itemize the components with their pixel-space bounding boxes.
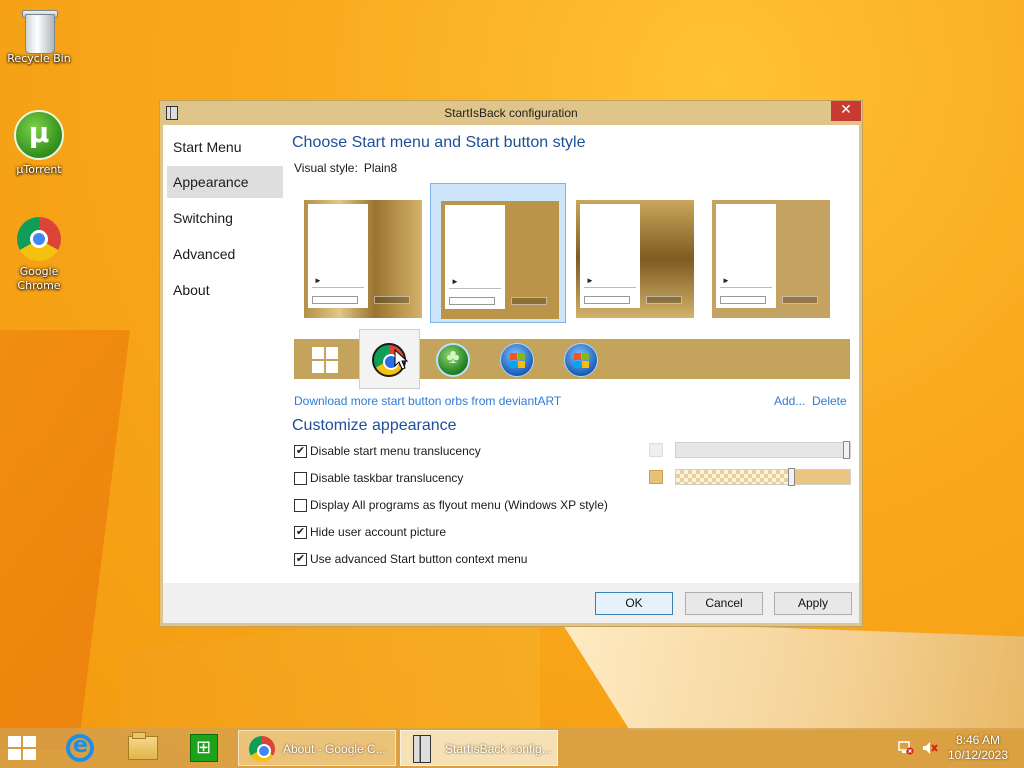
taskbar-task-startisback[interactable]: StartIsBack config... — [400, 730, 558, 766]
cancel-button[interactable]: Cancel — [685, 592, 763, 615]
volume-muted-icon[interactable] — [922, 741, 938, 755]
download-orbs-link[interactable]: Download more start button orbs from dev… — [294, 394, 561, 408]
customize-heading: Customize appearance — [292, 417, 457, 434]
style-tile-3[interactable]: ► — [566, 183, 702, 323]
style-tile-2[interactable]: ► — [430, 183, 566, 323]
chrome-icon — [249, 736, 275, 762]
taskbar-task-chrome[interactable]: About - Google C... — [238, 730, 396, 766]
desktop-icon-label: Google Chrome — [17, 265, 61, 292]
taskbar-store[interactable] — [180, 732, 224, 764]
wallpaper-ribbon — [560, 620, 1024, 730]
chrome-icon — [17, 217, 61, 261]
checkbox[interactable]: ✔ — [294, 526, 307, 539]
taskbar: About - Google C... StartIsBack config..… — [0, 728, 1024, 768]
desktop-icon-recycle-bin[interactable]: Recycle Bin — [1, 8, 77, 65]
start-button[interactable] — [8, 736, 38, 760]
taskbar-internet-explorer[interactable] — [58, 732, 102, 764]
nav-item-advanced[interactable]: Advanced — [167, 238, 283, 270]
nav-item-about[interactable]: About — [167, 274, 283, 306]
internet-explorer-icon — [66, 733, 94, 762]
close-button[interactable]: ✕ — [831, 101, 861, 121]
style-tile-1[interactable]: ► — [294, 183, 430, 323]
network-warning-icon[interactable] — [898, 741, 914, 755]
option-label: Hide user account picture — [310, 525, 447, 539]
visual-style-label: Visual style: — [294, 161, 358, 175]
taskbar-file-explorer[interactable] — [120, 732, 164, 764]
task-label: StartIsBack config... — [445, 742, 552, 756]
desktop-icon-utorrent[interactable]: µ µTorrent — [1, 110, 77, 176]
option-label: Display All programs as flyout menu (Win… — [310, 498, 608, 512]
taskbar-clock[interactable]: 8:46 AM 10/12/2023 — [938, 733, 1018, 763]
clock-date: 10/12/2023 — [947, 748, 1009, 762]
windows7-orb-icon[interactable] — [500, 343, 534, 377]
clover-orb-icon[interactable] — [436, 343, 470, 377]
taskbar-color-swatch[interactable] — [649, 470, 663, 484]
option-label: Disable taskbar translucency — [310, 471, 464, 485]
startisback-icon — [413, 735, 431, 763]
nav-item-start-menu[interactable]: Start Menu — [167, 131, 283, 163]
mouse-cursor-icon — [394, 349, 409, 370]
visual-style-value: Plain8 — [363, 161, 398, 175]
file-explorer-icon — [128, 732, 158, 760]
window-title: StartIsBack configuration — [444, 106, 578, 120]
checkbox[interactable] — [294, 499, 307, 512]
style-preview: ► — [712, 200, 830, 318]
slider-thumb[interactable] — [788, 468, 795, 486]
style-preview: ► — [576, 200, 694, 318]
dialog-client: Start Menu Appearance Switching Advanced… — [163, 125, 859, 583]
checkbox[interactable]: ✔ — [294, 445, 307, 458]
recycle-bin-icon — [21, 8, 58, 54]
taskbar-translucency-slider[interactable] — [675, 468, 851, 486]
ok-button[interactable]: OK — [595, 592, 673, 615]
dialog-footer: OK Cancel Apply — [163, 583, 859, 623]
orb-strip — [294, 329, 850, 389]
checkbox[interactable] — [294, 472, 307, 485]
start-menu-color-swatch[interactable] — [649, 443, 663, 457]
windows8-orb-icon[interactable] — [308, 343, 342, 377]
option-label: Use advanced Start button context menu — [310, 552, 528, 566]
clock-time: 8:46 AM — [955, 733, 1001, 747]
option-label: Disable start menu translucency — [310, 444, 481, 458]
checkbox[interactable]: ✔ — [294, 553, 307, 566]
sidebar-nav: Start Menu Appearance Switching Advanced… — [163, 125, 287, 583]
desktop-icon-label: µTorrent — [16, 163, 62, 176]
apply-button[interactable]: Apply — [774, 592, 852, 615]
visual-style-readout: Visual style: Plain8 — [294, 161, 397, 175]
style-preview: ► — [441, 201, 559, 319]
desktop-icon-google-chrome[interactable]: Google Chrome — [1, 217, 77, 293]
style-tile-4[interactable]: ► — [702, 183, 838, 323]
nav-item-appearance[interactable]: Appearance — [167, 166, 283, 198]
store-icon — [190, 734, 218, 762]
utorrent-icon: µ — [14, 110, 64, 160]
style-gallery: ► ► ► ► — [292, 183, 852, 325]
slider-thumb[interactable] — [843, 441, 850, 459]
nav-item-switching[interactable]: Switching — [167, 202, 283, 234]
style-preview: ► — [304, 200, 422, 318]
windows7-orb-alt-icon[interactable] — [564, 343, 598, 377]
start-menu-translucency-slider[interactable] — [675, 441, 851, 459]
style-heading: Choose Start menu and Start button style — [292, 134, 586, 151]
add-orb-link[interactable]: Add... — [774, 394, 805, 408]
title-bar[interactable]: StartIsBack configuration ✕ — [160, 101, 862, 125]
appearance-panel: Choose Start menu and Start button style… — [292, 125, 859, 583]
startisback-dialog: StartIsBack configuration ✕ Start Menu A… — [159, 100, 863, 627]
delete-orb-link[interactable]: Delete — [812, 394, 847, 408]
task-label: About - Google C... — [283, 742, 386, 756]
